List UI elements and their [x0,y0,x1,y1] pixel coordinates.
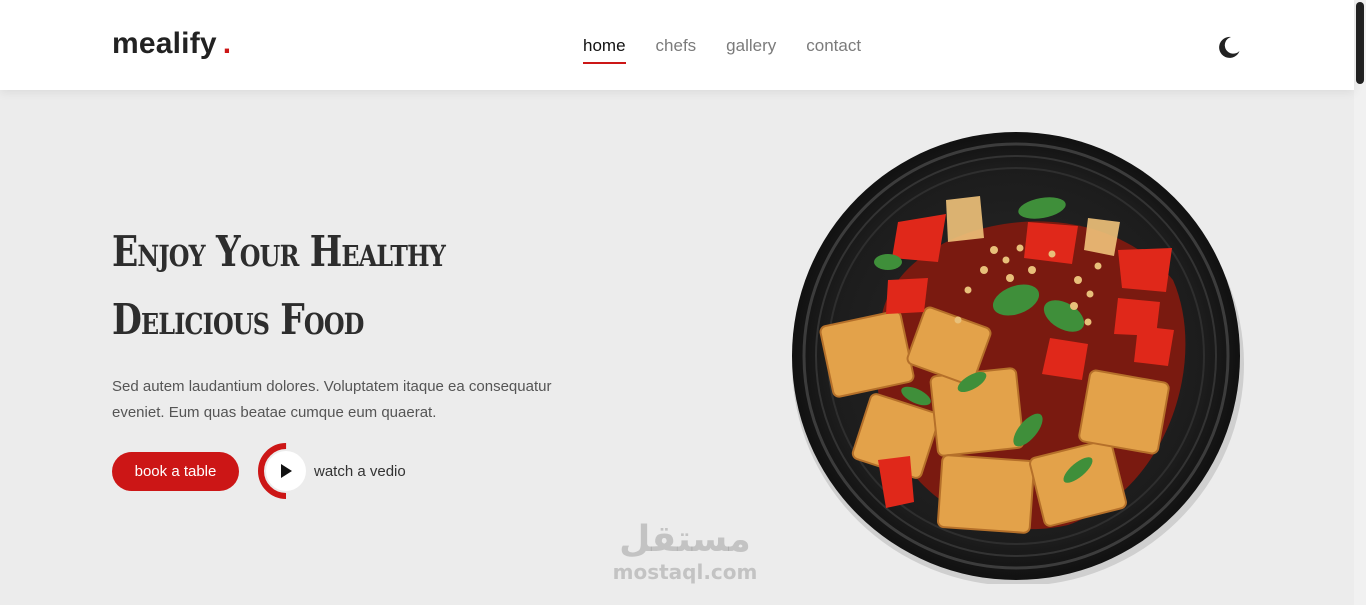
hero-title-line-1: Enjoy Your Healthy [112,227,446,276]
nav-home[interactable]: home [583,36,626,64]
hero-description: Sed autem laudantium dolores. Voluptatem… [112,378,552,421]
nav-gallery[interactable]: gallery [726,36,776,64]
nav-contact[interactable]: contact [806,36,861,64]
nav-chefs[interactable]: chefs [656,36,697,64]
brand-dot: . [222,27,232,60]
watch-video-label: watch a vedio [314,462,406,480]
watermark: مستقل mostaql.com [600,519,770,585]
scrollbar-thumb[interactable] [1356,2,1364,84]
book-table-button[interactable]: book a table [112,452,239,491]
site-header: mealify. home chefs gallery contact [0,0,1354,90]
watermark-arabic: مستقل [619,519,751,560]
hero-title-line-2: Delicious Food [112,295,364,344]
play-icon[interactable] [258,443,314,499]
page-scrollbar[interactable] [1354,0,1366,605]
brand-logo[interactable]: mealify. [112,27,231,61]
food-plate-image [792,132,1244,584]
brand-name: mealify [112,27,217,60]
moon-icon[interactable] [1216,34,1242,60]
watch-video-link[interactable]: watch a vedio [258,443,406,499]
hero-title: Enjoy Your Healthy Delicious Food [112,218,538,354]
main-nav: home chefs gallery contact [583,36,861,64]
watermark-latin: mostaql.com [612,560,758,584]
